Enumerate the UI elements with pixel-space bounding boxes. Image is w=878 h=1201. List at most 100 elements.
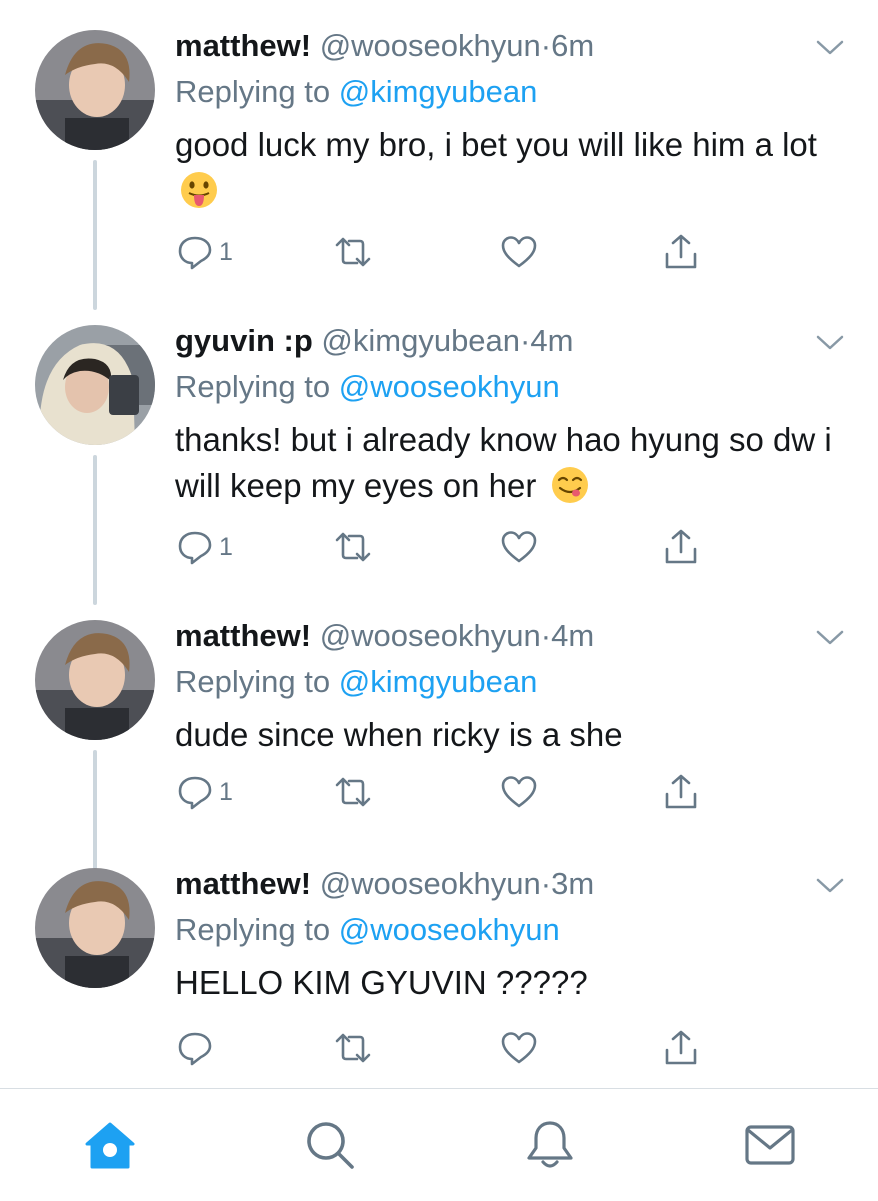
retweet-icon <box>335 532 371 562</box>
tab-home[interactable] <box>82 1117 138 1173</box>
replying-to-line: Replying to @wooseokhyun <box>175 910 560 950</box>
replying-to-label: Replying to <box>175 664 331 699</box>
reply-button[interactable]: 1 <box>175 228 233 276</box>
tweet-body: thanks! but i already know hao hyung so … <box>175 421 832 504</box>
avatar-matthew[interactable] <box>35 620 155 740</box>
reply-count: 1 <box>219 532 233 561</box>
separator-dot: · <box>540 28 552 63</box>
user-handle[interactable]: @wooseokhyun <box>320 618 541 653</box>
tab-messages[interactable] <box>742 1117 798 1173</box>
notifications-icon <box>527 1121 573 1168</box>
chevron-down-icon[interactable] <box>812 872 848 898</box>
timestamp: 3m <box>551 866 595 901</box>
display-name[interactable]: gyuvin :p <box>175 323 313 358</box>
tweet-body: good luck my bro, i bet you will like hi… <box>175 126 817 163</box>
yum-face-icon <box>551 467 588 503</box>
like-button[interactable] <box>499 1024 539 1072</box>
heart-icon <box>501 776 537 808</box>
retweet-button[interactable] <box>333 523 373 571</box>
retweet-button[interactable] <box>333 1024 373 1072</box>
share-button[interactable] <box>661 228 701 276</box>
chevron-down-icon[interactable] <box>812 624 848 650</box>
avatar-gyuvin[interactable] <box>35 325 155 445</box>
tab-search[interactable] <box>302 1117 358 1173</box>
retweet-button[interactable] <box>333 768 373 816</box>
tweet-text: dude since when ricky is a she <box>175 712 845 758</box>
reply-icon <box>178 776 212 810</box>
tongue-out-face-icon <box>181 172 217 208</box>
separator-dot: · <box>540 866 552 901</box>
heart-icon <box>501 531 537 563</box>
share-icon <box>665 529 697 564</box>
avatar-image <box>35 30 155 150</box>
replying-to-label: Replying to <box>175 74 331 109</box>
messages-icon <box>745 1125 795 1165</box>
heart-icon <box>501 1032 537 1064</box>
replying-to-line: Replying to @kimgyubean <box>175 662 537 702</box>
like-button[interactable] <box>499 523 539 571</box>
reply-icon <box>178 1032 212 1066</box>
retweet-icon <box>335 777 371 807</box>
avatar-image <box>35 620 155 740</box>
tweet-body: dude since when ricky is a she <box>175 716 623 753</box>
tweet[interactable]: gyuvin :p @kimgyubean·4m Replying to @wo… <box>0 295 878 605</box>
separator-dot: · <box>520 323 531 358</box>
avatar-image <box>35 325 155 445</box>
share-icon <box>665 774 697 809</box>
replying-to-line: Replying to @wooseokhyun <box>175 367 560 407</box>
share-button[interactable] <box>661 1024 701 1072</box>
replying-to-handle[interactable]: @kimgyubean <box>339 74 538 109</box>
tweet-actions <box>175 1024 735 1074</box>
share-icon <box>665 234 697 269</box>
reply-icon <box>178 531 212 565</box>
replying-to-handle[interactable]: @wooseokhyun <box>339 369 560 404</box>
avatar-image <box>35 868 155 988</box>
tweet[interactable]: matthew! @wooseokhyun·6m Replying to @ki… <box>0 0 878 310</box>
share-button[interactable] <box>661 523 701 571</box>
replying-to-label: Replying to <box>175 912 331 947</box>
chevron-down-icon[interactable] <box>812 329 848 355</box>
user-handle[interactable]: @kimgyubean <box>321 323 520 358</box>
tweet-header: matthew! @wooseokhyun·4m <box>175 616 594 656</box>
like-button[interactable] <box>499 768 539 816</box>
thread-connector-line <box>93 160 97 310</box>
tweet-header: matthew! @wooseokhyun·3m <box>175 864 594 904</box>
tweet-body: HELLO KIM GYUVIN ????? <box>175 964 588 1001</box>
share-icon <box>665 1030 697 1065</box>
tweet[interactable]: matthew! @wooseokhyun·3m Replying to @wo… <box>0 838 878 1088</box>
display-name[interactable]: matthew! <box>175 866 311 901</box>
avatar-matthew[interactable] <box>35 868 155 988</box>
timestamp: 6m <box>551 28 595 63</box>
retweet-icon <box>335 237 371 267</box>
reply-icon <box>178 236 212 270</box>
tweet-text: thanks! but i already know hao hyung so … <box>175 417 845 509</box>
user-handle[interactable]: @wooseokhyun <box>320 866 541 901</box>
timestamp: 4m <box>530 323 574 358</box>
tweet-text: good luck my bro, i bet you will like hi… <box>175 122 845 214</box>
thread-connector-line <box>93 455 97 605</box>
timestamp: 4m <box>551 618 595 653</box>
reply-count: 1 <box>219 777 233 806</box>
display-name[interactable]: matthew! <box>175 618 311 653</box>
tab-notifications[interactable] <box>522 1117 578 1173</box>
avatar-matthew[interactable] <box>35 30 155 150</box>
tweet-header: matthew! @wooseokhyun·6m <box>175 26 594 66</box>
reply-button[interactable]: 1 <box>175 768 233 816</box>
reply-button[interactable] <box>175 1024 219 1072</box>
replying-to-handle[interactable]: @kimgyubean <box>339 664 538 699</box>
tweet-text: HELLO KIM GYUVIN ????? <box>175 960 845 1006</box>
retweet-button[interactable] <box>333 228 373 276</box>
retweet-icon <box>335 1033 371 1063</box>
tweet-actions: 1 <box>175 768 735 818</box>
tweet-header: gyuvin :p @kimgyubean·4m <box>175 321 573 361</box>
chevron-down-icon[interactable] <box>812 34 848 60</box>
replying-to-line: Replying to @kimgyubean <box>175 72 537 112</box>
like-button[interactable] <box>499 228 539 276</box>
search-icon <box>307 1122 354 1169</box>
replying-to-handle[interactable]: @wooseokhyun <box>339 912 560 947</box>
display-name[interactable]: matthew! <box>175 28 311 63</box>
user-handle[interactable]: @wooseokhyun <box>320 28 541 63</box>
share-button[interactable] <box>661 768 701 816</box>
reply-button[interactable]: 1 <box>175 523 233 571</box>
replying-to-label: Replying to <box>175 369 331 404</box>
